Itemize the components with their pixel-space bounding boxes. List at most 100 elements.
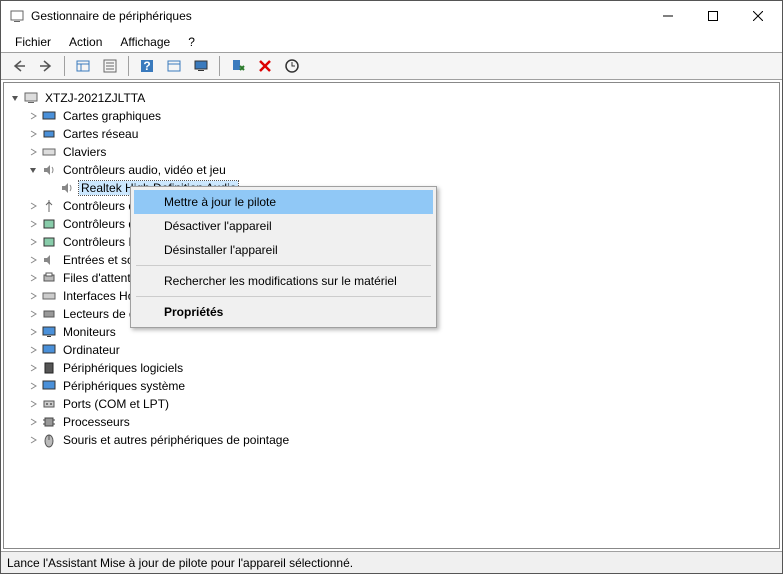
show-hide-button[interactable] (71, 54, 95, 78)
chevron-right-icon[interactable] (26, 200, 39, 213)
usb-icon (41, 198, 57, 214)
minimize-icon (663, 11, 673, 21)
menu-view[interactable]: Affichage (112, 33, 178, 51)
chevron-right-icon[interactable] (26, 110, 39, 123)
help-icon: ? (139, 58, 155, 74)
update-icon (284, 58, 300, 74)
window-title: Gestionnaire de périphériques (31, 9, 645, 23)
tree-item[interactable]: Claviers (26, 143, 775, 161)
ctx-properties[interactable]: Propriétés (134, 300, 433, 324)
panel-icon (75, 58, 91, 74)
device-tree[interactable]: XTZJ-2021ZJLTTA Cartes graphiques Cartes… (3, 82, 780, 549)
chevron-down-icon[interactable] (8, 92, 21, 105)
chevron-right-icon[interactable] (26, 398, 39, 411)
tree-item[interactable]: Souris et autres périphériques de pointa… (26, 431, 775, 449)
svg-text:?: ? (143, 59, 150, 73)
chevron-right-icon[interactable] (26, 344, 39, 357)
delete-icon (257, 58, 273, 74)
chevron-right-icon[interactable] (26, 128, 39, 141)
chevron-right-icon[interactable] (26, 146, 39, 159)
tree-item[interactable]: Ports (COM et LPT) (26, 395, 775, 413)
maximize-icon (708, 11, 718, 21)
keyboard-icon (41, 144, 57, 160)
cpu-icon (41, 414, 57, 430)
chevron-right-icon[interactable] (26, 218, 39, 231)
arrow-left-icon (11, 58, 27, 74)
tree-root[interactable]: XTZJ-2021ZJLTTA (8, 89, 775, 107)
context-menu: Mettre à jour le pilote Désactiver l'app… (130, 186, 437, 328)
tree-item[interactable]: Cartes graphiques (26, 107, 775, 125)
menu-bar: Fichier Action Affichage ? (1, 31, 782, 52)
tree-item[interactable]: Ordinateur (26, 341, 775, 359)
tree-item[interactable]: Cartes réseau (26, 125, 775, 143)
status-text: Lance l'Assistant Mise à jour de pilote … (7, 556, 353, 570)
ports-icon (41, 396, 57, 412)
toolbar-separator (128, 56, 129, 76)
title-bar: Gestionnaire de périphériques (1, 1, 782, 31)
ctx-separator (136, 296, 431, 297)
back-button[interactable] (7, 54, 31, 78)
menu-help[interactable]: ? (180, 33, 203, 51)
list-icon (166, 58, 182, 74)
chevron-right-icon[interactable] (26, 236, 39, 249)
close-button[interactable] (735, 2, 780, 31)
ctx-separator (136, 265, 431, 266)
monitor-scan-icon (193, 58, 209, 74)
storage-controller-icon (41, 216, 57, 232)
chevron-down-icon[interactable] (26, 164, 39, 177)
chevron-right-icon[interactable] (26, 272, 39, 285)
hid-icon (41, 288, 57, 304)
monitor-icon (41, 324, 57, 340)
tree-root-label: XTZJ-2021ZJLTTA (43, 91, 147, 105)
enable-icon (230, 58, 246, 74)
menu-file[interactable]: Fichier (7, 33, 59, 51)
scan-button[interactable] (189, 54, 213, 78)
close-icon (753, 11, 763, 21)
chevron-right-icon[interactable] (26, 380, 39, 393)
forward-button[interactable] (34, 54, 58, 78)
speaker-icon (59, 180, 75, 196)
disk-icon (41, 306, 57, 322)
toolbar-separator (64, 56, 65, 76)
tree-item[interactable]: Périphériques logiciels (26, 359, 775, 377)
properties-icon (102, 58, 118, 74)
tree-item-audio[interactable]: Contrôleurs audio, vidéo et jeu (26, 161, 775, 179)
chevron-right-icon[interactable] (26, 416, 39, 429)
chevron-right-icon[interactable] (26, 434, 39, 447)
ctx-disable-device[interactable]: Désactiver l'appareil (134, 214, 433, 238)
app-icon (9, 8, 25, 24)
chevron-right-icon[interactable] (26, 362, 39, 375)
software-device-icon (41, 360, 57, 376)
list-view-button[interactable] (162, 54, 186, 78)
computer-icon (23, 90, 39, 106)
help-button[interactable]: ? (135, 54, 159, 78)
tree-item[interactable]: Processeurs (26, 413, 775, 431)
ctx-uninstall-device[interactable]: Désinstaller l'appareil (134, 238, 433, 262)
computer-icon (41, 342, 57, 358)
network-adapter-icon (41, 126, 57, 142)
speaker-icon (41, 162, 57, 178)
chevron-right-icon[interactable] (26, 326, 39, 339)
arrow-right-icon (38, 58, 54, 74)
toolbar: ? (1, 52, 782, 80)
minimize-button[interactable] (645, 2, 690, 31)
enable-button[interactable] (226, 54, 250, 78)
chevron-right-icon[interactable] (26, 254, 39, 267)
delete-button[interactable] (253, 54, 277, 78)
display-adapter-icon (41, 108, 57, 124)
update-button[interactable] (280, 54, 304, 78)
ctx-update-driver[interactable]: Mettre à jour le pilote (134, 190, 433, 214)
ide-controller-icon (41, 234, 57, 250)
toolbar-separator (219, 56, 220, 76)
menu-action[interactable]: Action (61, 33, 110, 51)
status-bar: Lance l'Assistant Mise à jour de pilote … (1, 551, 782, 573)
chevron-right-icon[interactable] (26, 290, 39, 303)
mouse-icon (41, 432, 57, 448)
chevron-right-icon[interactable] (26, 308, 39, 321)
ctx-scan-hardware[interactable]: Rechercher les modifications sur le maté… (134, 269, 433, 293)
tree-item[interactable]: Périphériques système (26, 377, 775, 395)
maximize-button[interactable] (690, 2, 735, 31)
properties-button[interactable] (98, 54, 122, 78)
audio-io-icon (41, 252, 57, 268)
system-device-icon (41, 378, 57, 394)
